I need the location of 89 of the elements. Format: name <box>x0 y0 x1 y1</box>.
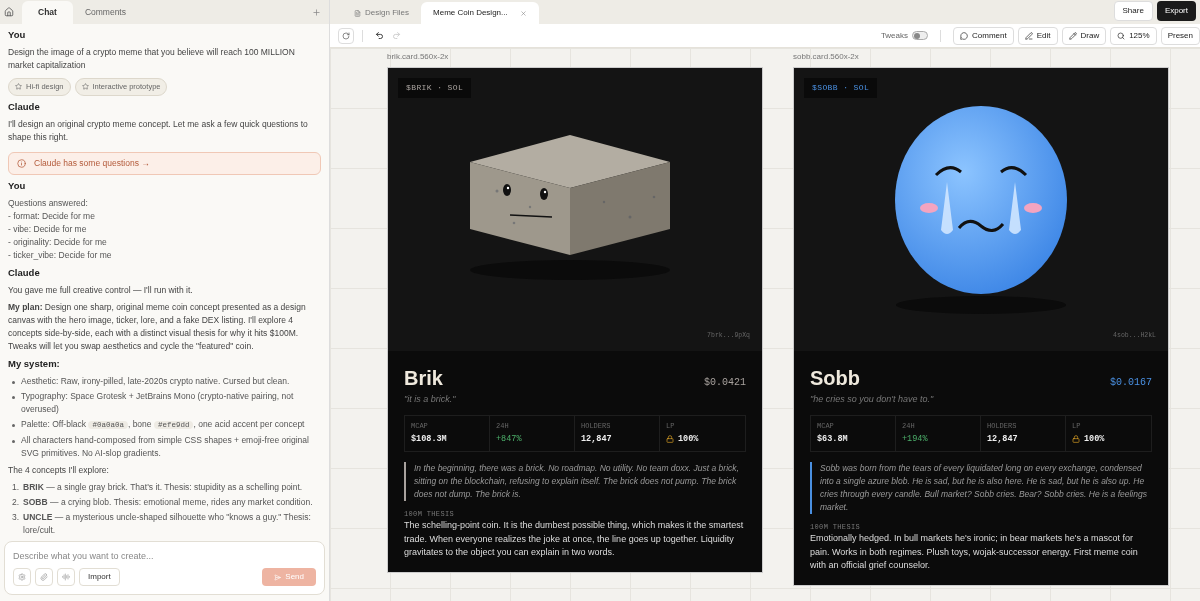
panel-tab[interactable]: Comments <box>72 1 138 24</box>
thesis-text: Emotionally hedged. In bull markets he's ironic; in bear markets he's a mascot for pain. Works in both regimes. Plush toys, wojak-successor energy. First meme coin with an official grief counselor. <box>810 532 1139 573</box>
coin-tagline: "he cries so you don't have to." <box>810 393 935 406</box>
paperclip-icon <box>40 573 48 581</box>
message-text: The 4 concepts I'll explore: <box>8 464 110 478</box>
stat-value: +847% <box>496 433 522 446</box>
toolbar-button[interactable]: Presen <box>1160 26 1200 45</box>
coin-tagline: "it is a brick." <box>404 393 457 406</box>
tweaks-label: Tweaks <box>880 29 908 42</box>
close-icon[interactable] <box>519 9 527 17</box>
settings-icon <box>18 573 26 581</box>
list-number: 1. <box>12 481 20 495</box>
add-tab-icon[interactable] <box>312 8 321 17</box>
stat-value: 12,847 <box>987 433 1018 446</box>
stat-value: +194% <box>902 433 928 446</box>
send-icon <box>274 573 282 581</box>
header-button[interactable]: Share <box>1113 1 1153 21</box>
stat-value: $63.8M <box>817 433 848 446</box>
coin-price: $0.0421 <box>704 376 746 390</box>
list-item-text: UNCLE — a mysterious uncle-shaped silhouette who "knows a guy." Thesis: lore/cult. <box>23 511 312 538</box>
bullet-icon <box>12 440 15 444</box>
attach-button[interactable] <box>35 568 53 586</box>
message-author: You <box>8 178 27 193</box>
tweaks-toggle[interactable] <box>912 31 928 40</box>
lock-icon <box>666 435 674 444</box>
toolbar-button[interactable]: Comment <box>953 26 1014 45</box>
stat-value: $108.3M <box>411 433 447 446</box>
coin-name: Sobb <box>810 366 860 391</box>
undo-button[interactable] <box>375 31 384 40</box>
toolbar-button[interactable]: Edit <box>1017 26 1058 45</box>
bullet-icon <box>12 396 15 400</box>
frame-label: sobb.card.560x-2x <box>793 51 860 63</box>
message-line: - ticker_vibe: Decide for me <box>8 248 113 262</box>
file-tab[interactable]: Design Files <box>342 2 421 24</box>
bullet-icon <box>12 424 15 428</box>
prompt-field[interactable]: Describe what you want to create... <box>13 550 316 564</box>
reload-button[interactable] <box>338 27 354 44</box>
bullet-text: Typography: Space Grotesk + JetBrains Mono (crypto-native pairing, not overused) <box>21 390 295 417</box>
message-text: You gave me full creative control — I'll run with it. <box>8 284 194 297</box>
message-text: I'll design an original crypto meme concept. Let me ask a few quick questions to shape this right. <box>8 117 309 144</box>
message-line: - format: Decide for me <box>8 209 96 223</box>
edit-icon <box>1024 31 1033 40</box>
message-line: - vibe: Decide for me <box>8 222 88 236</box>
list-number: 2. <box>12 496 20 510</box>
import-button[interactable]: Import <box>79 568 120 586</box>
message-author: Claude <box>8 265 41 280</box>
message-author: You <box>8 28 27 42</box>
ticker-badge: $SOBB · SOL <box>804 78 878 98</box>
ticker-badge: $BRIK · SOL <box>398 78 472 98</box>
home-icon[interactable] <box>4 7 14 17</box>
message-line: Questions answered: <box>8 196 89 210</box>
message-text: Design the image of a crypto meme that you believe will reach 100 MILLION market capitalization <box>8 46 296 73</box>
file-tab[interactable]: Meme Coin Design... <box>421 2 539 24</box>
toolbar-button[interactable]: 125% <box>1110 26 1157 45</box>
waveform-icon <box>62 573 70 581</box>
reload-icon <box>342 31 350 40</box>
toolbar-button[interactable]: Draw <box>1061 26 1107 45</box>
coin-price: $0.0167 <box>1110 376 1152 390</box>
comment-icon <box>960 31 968 40</box>
voice-button[interactable] <box>57 568 75 586</box>
header-button[interactable]: Export <box>1156 1 1196 21</box>
lore-quote: In the beginning, there was a brick. No roadmap. No utility. No team doxx. Just a brick, sitting on the blockchain, refusing to explain itself. The brick does not pump. The brick does not dump. The brick is. <box>414 461 740 501</box>
thesis-text: The schelling-point coin. It is the dumbest possible thing, which makes it the smartest trade. When everyone realizes the joke at once, the line goes up together. Liquidity gravitates to the object you can explain in two words. <box>404 519 745 560</box>
star-icon <box>15 83 22 91</box>
pencil-icon <box>1068 31 1077 40</box>
info-icon <box>17 158 26 168</box>
settings-button[interactable] <box>13 568 31 586</box>
message-text: My plan: Design one sharp, original meme coin concept presented as a design canvas with the hero image, ticker, lore, and a fake DEX listing. I'll explore 4 concepts side-by-side, each with a distinct visual thesis for why it hits $100M. Tweaks will let you swap aesthetics and cycle the "featured" coin. <box>8 301 307 353</box>
star-icon <box>81 83 89 91</box>
message-line: - originality: Decide for me <box>8 235 108 249</box>
list-item-text: SOBB — a crying blob. Thesis: emotional meme, rides any market condition. <box>23 496 313 510</box>
stat-value: 100% <box>1084 433 1105 446</box>
file-icon <box>354 9 361 17</box>
search-icon <box>1117 31 1126 40</box>
list-number: 3. <box>12 511 20 525</box>
bullet-icon <box>12 381 15 385</box>
coin-name: Brik <box>404 366 443 391</box>
panel-tab[interactable]: Chat <box>22 1 73 24</box>
message-heading: My system: <box>8 357 61 371</box>
lore-quote: Sobb was born from the tears of every liquidated long on every exchange, condensed into a single azure blob. He is sad, but he is also here. He is sad, but he is also up. He cries through every candle. Bull market? Sobb cries. Bear? Sobb cries. He is a feelings market. <box>820 461 1148 514</box>
questions-banner[interactable]: Claude has some questions → <box>8 151 321 175</box>
bullet-text: Aesthetic: Raw, irony-pilled, late-2020s crypto native. Cursed but clean. <box>21 375 290 389</box>
message-author: Claude <box>8 99 41 114</box>
stat-value: 12,847 <box>581 433 612 446</box>
stat-value: 100% <box>678 433 699 446</box>
frame-label: brik.card.560x-2x <box>387 51 450 63</box>
list-item-text: BRIK — a single gray brick. That's it. Thesis: stupidity as a schelling point. <box>23 481 303 495</box>
lock-icon <box>1072 435 1080 444</box>
bullet-text: All characters hand-composed from simple CSS shapes + emoji-free original SVG primitives. No AI-slop gradients. <box>21 434 310 461</box>
